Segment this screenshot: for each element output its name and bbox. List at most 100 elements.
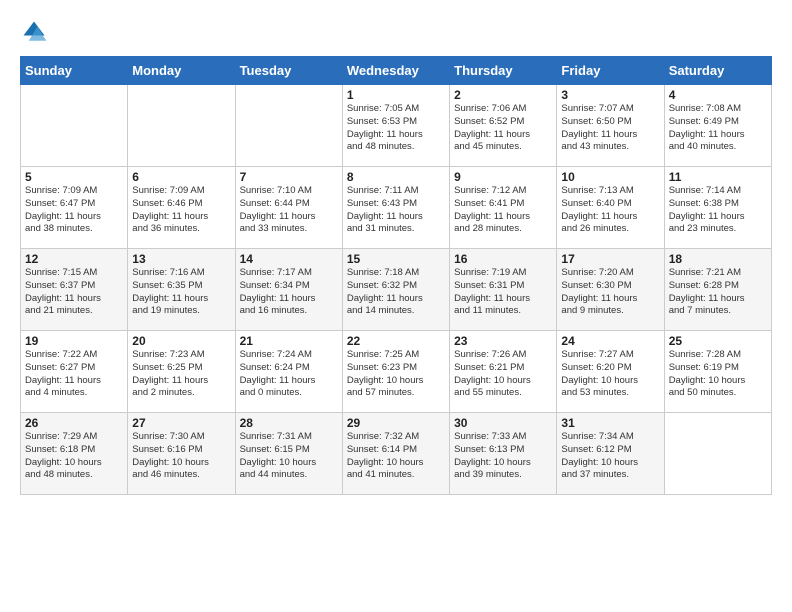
day-info: Sunrise: 7:33 AM Sunset: 6:13 PM Dayligh…	[454, 431, 552, 482]
day-number: 7	[240, 170, 338, 184]
day-number: 17	[561, 252, 659, 266]
day-number: 4	[669, 88, 767, 102]
day-cell: 9Sunrise: 7:12 AM Sunset: 6:41 PM Daylig…	[450, 167, 557, 249]
day-cell: 3Sunrise: 7:07 AM Sunset: 6:50 PM Daylig…	[557, 85, 664, 167]
day-cell: 13Sunrise: 7:16 AM Sunset: 6:35 PM Dayli…	[128, 249, 235, 331]
day-info: Sunrise: 7:34 AM Sunset: 6:12 PM Dayligh…	[561, 431, 659, 482]
day-info: Sunrise: 7:22 AM Sunset: 6:27 PM Dayligh…	[25, 349, 123, 400]
day-number: 15	[347, 252, 445, 266]
day-cell: 10Sunrise: 7:13 AM Sunset: 6:40 PM Dayli…	[557, 167, 664, 249]
day-number: 5	[25, 170, 123, 184]
day-cell: 31Sunrise: 7:34 AM Sunset: 6:12 PM Dayli…	[557, 413, 664, 495]
day-number: 12	[25, 252, 123, 266]
day-info: Sunrise: 7:24 AM Sunset: 6:24 PM Dayligh…	[240, 349, 338, 400]
week-row-4: 26Sunrise: 7:29 AM Sunset: 6:18 PM Dayli…	[21, 413, 772, 495]
day-info: Sunrise: 7:26 AM Sunset: 6:21 PM Dayligh…	[454, 349, 552, 400]
day-cell: 14Sunrise: 7:17 AM Sunset: 6:34 PM Dayli…	[235, 249, 342, 331]
day-cell	[21, 85, 128, 167]
day-cell: 24Sunrise: 7:27 AM Sunset: 6:20 PM Dayli…	[557, 331, 664, 413]
day-number: 28	[240, 416, 338, 430]
day-cell: 4Sunrise: 7:08 AM Sunset: 6:49 PM Daylig…	[664, 85, 771, 167]
day-number: 20	[132, 334, 230, 348]
day-info: Sunrise: 7:10 AM Sunset: 6:44 PM Dayligh…	[240, 185, 338, 236]
day-cell: 23Sunrise: 7:26 AM Sunset: 6:21 PM Dayli…	[450, 331, 557, 413]
day-cell: 8Sunrise: 7:11 AM Sunset: 6:43 PM Daylig…	[342, 167, 449, 249]
day-cell: 16Sunrise: 7:19 AM Sunset: 6:31 PM Dayli…	[450, 249, 557, 331]
day-cell	[664, 413, 771, 495]
day-info: Sunrise: 7:30 AM Sunset: 6:16 PM Dayligh…	[132, 431, 230, 482]
day-number: 13	[132, 252, 230, 266]
day-number: 11	[669, 170, 767, 184]
day-number: 25	[669, 334, 767, 348]
day-info: Sunrise: 7:29 AM Sunset: 6:18 PM Dayligh…	[25, 431, 123, 482]
day-cell	[235, 85, 342, 167]
day-number: 3	[561, 88, 659, 102]
day-info: Sunrise: 7:16 AM Sunset: 6:35 PM Dayligh…	[132, 267, 230, 318]
logo-icon	[20, 18, 48, 46]
day-info: Sunrise: 7:09 AM Sunset: 6:47 PM Dayligh…	[25, 185, 123, 236]
week-row-2: 12Sunrise: 7:15 AM Sunset: 6:37 PM Dayli…	[21, 249, 772, 331]
week-row-0: 1Sunrise: 7:05 AM Sunset: 6:53 PM Daylig…	[21, 85, 772, 167]
day-number: 18	[669, 252, 767, 266]
day-info: Sunrise: 7:21 AM Sunset: 6:28 PM Dayligh…	[669, 267, 767, 318]
day-number: 29	[347, 416, 445, 430]
weekday-header-sunday: Sunday	[21, 57, 128, 85]
day-cell: 5Sunrise: 7:09 AM Sunset: 6:47 PM Daylig…	[21, 167, 128, 249]
day-info: Sunrise: 7:19 AM Sunset: 6:31 PM Dayligh…	[454, 267, 552, 318]
day-cell	[128, 85, 235, 167]
day-cell: 6Sunrise: 7:09 AM Sunset: 6:46 PM Daylig…	[128, 167, 235, 249]
day-info: Sunrise: 7:06 AM Sunset: 6:52 PM Dayligh…	[454, 103, 552, 154]
week-row-1: 5Sunrise: 7:09 AM Sunset: 6:47 PM Daylig…	[21, 167, 772, 249]
day-info: Sunrise: 7:25 AM Sunset: 6:23 PM Dayligh…	[347, 349, 445, 400]
day-info: Sunrise: 7:07 AM Sunset: 6:50 PM Dayligh…	[561, 103, 659, 154]
weekday-header-wednesday: Wednesday	[342, 57, 449, 85]
day-info: Sunrise: 7:17 AM Sunset: 6:34 PM Dayligh…	[240, 267, 338, 318]
day-info: Sunrise: 7:14 AM Sunset: 6:38 PM Dayligh…	[669, 185, 767, 236]
day-info: Sunrise: 7:12 AM Sunset: 6:41 PM Dayligh…	[454, 185, 552, 236]
day-info: Sunrise: 7:09 AM Sunset: 6:46 PM Dayligh…	[132, 185, 230, 236]
day-cell: 19Sunrise: 7:22 AM Sunset: 6:27 PM Dayli…	[21, 331, 128, 413]
day-cell: 15Sunrise: 7:18 AM Sunset: 6:32 PM Dayli…	[342, 249, 449, 331]
day-cell: 30Sunrise: 7:33 AM Sunset: 6:13 PM Dayli…	[450, 413, 557, 495]
day-number: 31	[561, 416, 659, 430]
day-cell: 20Sunrise: 7:23 AM Sunset: 6:25 PM Dayli…	[128, 331, 235, 413]
day-info: Sunrise: 7:08 AM Sunset: 6:49 PM Dayligh…	[669, 103, 767, 154]
weekday-header-thursday: Thursday	[450, 57, 557, 85]
weekday-header-tuesday: Tuesday	[235, 57, 342, 85]
day-cell: 29Sunrise: 7:32 AM Sunset: 6:14 PM Dayli…	[342, 413, 449, 495]
day-number: 26	[25, 416, 123, 430]
day-number: 22	[347, 334, 445, 348]
day-cell: 26Sunrise: 7:29 AM Sunset: 6:18 PM Dayli…	[21, 413, 128, 495]
day-number: 8	[347, 170, 445, 184]
day-info: Sunrise: 7:32 AM Sunset: 6:14 PM Dayligh…	[347, 431, 445, 482]
day-info: Sunrise: 7:11 AM Sunset: 6:43 PM Dayligh…	[347, 185, 445, 236]
day-info: Sunrise: 7:31 AM Sunset: 6:15 PM Dayligh…	[240, 431, 338, 482]
weekday-header-monday: Monday	[128, 57, 235, 85]
day-number: 9	[454, 170, 552, 184]
weekday-header-friday: Friday	[557, 57, 664, 85]
day-cell: 22Sunrise: 7:25 AM Sunset: 6:23 PM Dayli…	[342, 331, 449, 413]
day-cell: 18Sunrise: 7:21 AM Sunset: 6:28 PM Dayli…	[664, 249, 771, 331]
day-cell: 11Sunrise: 7:14 AM Sunset: 6:38 PM Dayli…	[664, 167, 771, 249]
day-number: 6	[132, 170, 230, 184]
day-number: 19	[25, 334, 123, 348]
day-cell: 17Sunrise: 7:20 AM Sunset: 6:30 PM Dayli…	[557, 249, 664, 331]
day-cell: 1Sunrise: 7:05 AM Sunset: 6:53 PM Daylig…	[342, 85, 449, 167]
day-number: 14	[240, 252, 338, 266]
day-number: 16	[454, 252, 552, 266]
day-info: Sunrise: 7:18 AM Sunset: 6:32 PM Dayligh…	[347, 267, 445, 318]
day-number: 27	[132, 416, 230, 430]
day-info: Sunrise: 7:23 AM Sunset: 6:25 PM Dayligh…	[132, 349, 230, 400]
day-number: 10	[561, 170, 659, 184]
logo	[20, 18, 52, 46]
day-number: 2	[454, 88, 552, 102]
day-info: Sunrise: 7:15 AM Sunset: 6:37 PM Dayligh…	[25, 267, 123, 318]
weekday-header-row: SundayMondayTuesdayWednesdayThursdayFrid…	[21, 57, 772, 85]
day-info: Sunrise: 7:05 AM Sunset: 6:53 PM Dayligh…	[347, 103, 445, 154]
day-number: 30	[454, 416, 552, 430]
day-info: Sunrise: 7:13 AM Sunset: 6:40 PM Dayligh…	[561, 185, 659, 236]
day-cell: 28Sunrise: 7:31 AM Sunset: 6:15 PM Dayli…	[235, 413, 342, 495]
day-cell: 7Sunrise: 7:10 AM Sunset: 6:44 PM Daylig…	[235, 167, 342, 249]
day-cell: 12Sunrise: 7:15 AM Sunset: 6:37 PM Dayli…	[21, 249, 128, 331]
page: SundayMondayTuesdayWednesdayThursdayFrid…	[0, 0, 792, 612]
